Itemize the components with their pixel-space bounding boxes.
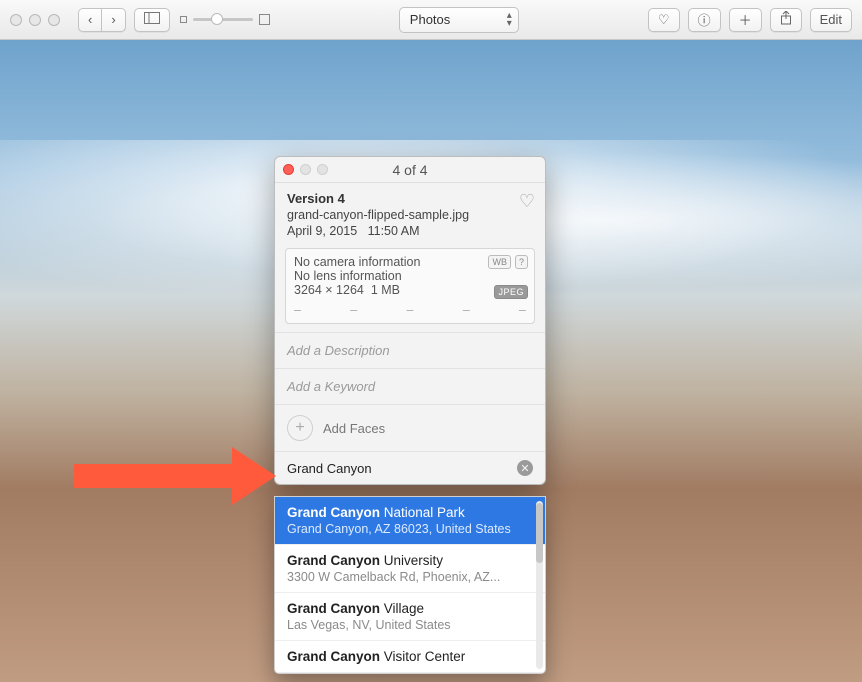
- suggestions-scrollbar[interactable]: [536, 501, 543, 669]
- location-suggestion[interactable]: Grand Canyon National Park Grand Canyon, …: [275, 497, 545, 545]
- info-date: April 9, 2015: [287, 224, 357, 238]
- location-field-row: ✕: [275, 451, 545, 484]
- info-traffic-lights: [283, 164, 328, 175]
- info-datetime: April 9, 2015 11:50 AM: [287, 224, 533, 238]
- back-button[interactable]: ‹: [78, 8, 101, 32]
- description-placeholder: Add a Description: [287, 343, 390, 358]
- add-face-button[interactable]: +: [287, 415, 313, 441]
- edit-button[interactable]: Edit: [810, 8, 852, 32]
- zoom-track[interactable]: [193, 18, 253, 21]
- zoom-slider[interactable]: [180, 14, 270, 25]
- favorite-toggle[interactable]: ♡: [519, 191, 535, 212]
- dropdown-caret-icon: ▴▾: [507, 12, 512, 28]
- keyword-placeholder: Add a Keyword: [287, 379, 375, 394]
- share-button[interactable]: [770, 8, 802, 32]
- suggestion-title: Grand Canyon National Park: [287, 505, 533, 520]
- dimensions: 3264 × 1264: [294, 283, 364, 297]
- view-mode-dropdown[interactable]: Photos ▴▾: [399, 7, 519, 33]
- clear-location-button[interactable]: ✕: [517, 460, 533, 476]
- suggestion-title: Grand Canyon Village: [287, 601, 533, 616]
- info-metadata-box: WB ? No camera information No lens infor…: [285, 248, 535, 324]
- annotation-arrow: [74, 447, 284, 505]
- info-minimize-button[interactable]: [300, 164, 311, 175]
- location-suggestion[interactable]: Grand Canyon University 3300 W Camelback …: [275, 545, 545, 593]
- exif-dash-row: –––––: [294, 303, 526, 317]
- location-suggestions: Grand Canyon National Park Grand Canyon, …: [274, 496, 546, 674]
- info-header: Version 4 grand-canyon-flipped-sample.jp…: [275, 183, 545, 248]
- location-input[interactable]: [287, 461, 517, 476]
- location-suggestion[interactable]: Grand Canyon Village Las Vegas, NV, Unite…: [275, 593, 545, 641]
- suggestion-subtitle: 3300 W Camelback Rd, Phoenix, AZ...: [287, 570, 533, 584]
- lens-info: No lens information: [294, 269, 526, 283]
- window-traffic-lights: [10, 14, 60, 26]
- wb-badge[interactable]: WB: [488, 255, 511, 269]
- info-counter: 4 of 4: [392, 162, 427, 178]
- info-time: 11:50 AM: [368, 224, 420, 238]
- traffic-minimize[interactable]: [29, 14, 41, 26]
- suggestion-title: Grand Canyon University: [287, 553, 533, 568]
- share-icon: [780, 11, 792, 28]
- edit-label: Edit: [820, 12, 842, 27]
- traffic-close[interactable]: [10, 14, 22, 26]
- traffic-zoom[interactable]: [48, 14, 60, 26]
- size-info: 3264 × 1264 1 MB: [294, 283, 526, 297]
- sidebar-icon: [144, 12, 160, 27]
- suggestion-subtitle: Grand Canyon, AZ 86023, United States: [287, 522, 533, 536]
- scrollbar-thumb[interactable]: [536, 503, 543, 563]
- info-panel: 4 of 4 Version 4 grand-canyon-flipped-sa…: [274, 156, 546, 485]
- faces-label: Add Faces: [323, 421, 385, 436]
- info-close-button[interactable]: [283, 164, 294, 175]
- plus-icon: +: [295, 419, 304, 437]
- info-filename: grand-canyon-flipped-sample.jpg: [287, 208, 533, 222]
- plus-icon: ＋: [739, 10, 752, 29]
- info-icon: ⓘ: [698, 10, 711, 29]
- info-zoom-button[interactable]: [317, 164, 328, 175]
- info-button[interactable]: ⓘ: [688, 8, 721, 32]
- add-button[interactable]: ＋: [729, 8, 762, 32]
- sidebar-toggle-button[interactable]: [134, 8, 170, 32]
- faces-row[interactable]: + Add Faces: [275, 404, 545, 451]
- favorite-button[interactable]: ♡: [648, 8, 680, 32]
- suggestion-title: Grand Canyon Visitor Center: [287, 649, 533, 664]
- chevron-left-icon: ‹: [88, 12, 92, 27]
- zoom-knob[interactable]: [211, 13, 223, 25]
- view-mode-label: Photos: [410, 12, 450, 27]
- heart-icon: ♡: [658, 12, 670, 28]
- heart-outline-icon: ♡: [519, 191, 535, 211]
- help-badge[interactable]: ?: [515, 255, 528, 269]
- format-badge: JPEG: [494, 285, 528, 299]
- thumb-large-icon: [259, 14, 270, 25]
- chevron-right-icon: ›: [111, 12, 115, 27]
- suggestion-subtitle: Las Vegas, NV, United States: [287, 618, 533, 632]
- location-suggestion[interactable]: Grand Canyon Visitor Center: [275, 641, 545, 673]
- thumb-small-icon: [180, 16, 187, 23]
- info-panel-titlebar[interactable]: 4 of 4: [275, 157, 545, 183]
- description-field[interactable]: Add a Description: [275, 332, 545, 368]
- filesize: 1 MB: [371, 283, 400, 297]
- info-version: Version 4: [287, 191, 533, 206]
- app-toolbar: ‹ › Photos ▴▾ ♡ ⓘ ＋ Edit: [0, 0, 862, 40]
- x-icon: ✕: [520, 462, 529, 475]
- keyword-field[interactable]: Add a Keyword: [275, 368, 545, 404]
- nav-segment: ‹ ›: [78, 8, 126, 32]
- forward-button[interactable]: ›: [101, 8, 125, 32]
